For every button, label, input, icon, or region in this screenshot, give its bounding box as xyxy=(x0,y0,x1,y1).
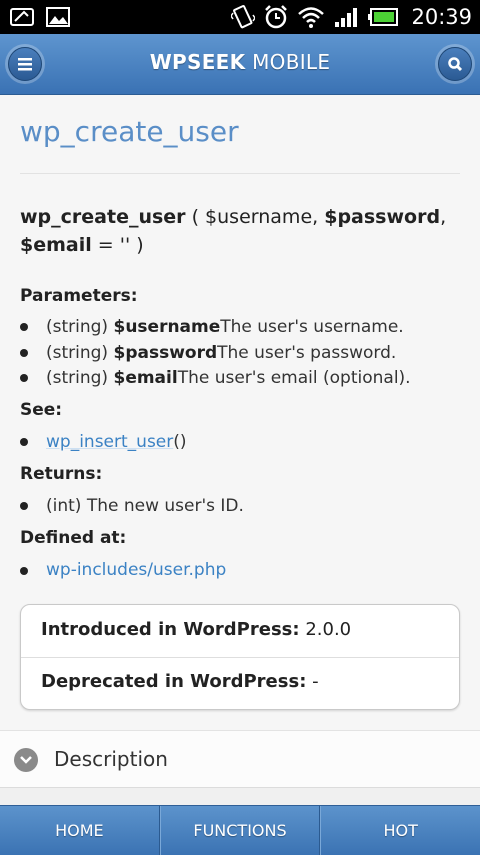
nav-functions[interactable]: FUNCTIONS xyxy=(159,806,321,855)
bullet xyxy=(20,374,28,382)
see-suffix: () xyxy=(173,432,187,452)
clock: 20:39 xyxy=(411,5,472,29)
nav-hot[interactable]: HOT xyxy=(320,806,480,855)
parameter-type: (string) xyxy=(46,317,109,337)
signature-rest: = '' ) xyxy=(91,234,144,256)
screenshot-icon xyxy=(10,8,34,26)
parameter-name: $email xyxy=(113,368,178,388)
search-icon xyxy=(448,57,463,72)
bullet xyxy=(20,566,28,575)
bottom-navbar: HOME FUNCTIONS HOT xyxy=(0,805,480,855)
version-info-box: Introduced in WordPress: 2.0.0 Deprecate… xyxy=(20,604,460,710)
chevron-down-icon xyxy=(14,748,38,772)
deprecated-label: Deprecated in WordPress: xyxy=(41,671,307,692)
returns-item: (int) The new user's ID. xyxy=(20,496,244,516)
parameter-name: $password xyxy=(113,343,218,363)
title-divider xyxy=(20,173,460,174)
app-title-bold: WPSEEK xyxy=(149,50,246,74)
parameter-item: (string) $password The user's password. xyxy=(20,343,396,363)
signature-open: ( $username, xyxy=(185,206,325,228)
signature-param-email: $email xyxy=(20,234,92,256)
signature-function: wp_create_user xyxy=(20,206,186,228)
parameter-item: (string) $email The user's email (option… xyxy=(20,368,411,388)
battery-icon xyxy=(368,8,399,26)
description-label: Description xyxy=(54,747,168,771)
signature-param-password: $password xyxy=(324,206,441,228)
nav-home[interactable]: HOME xyxy=(0,806,160,855)
status-bar: 20:39 xyxy=(0,0,480,34)
content-area[interactable]: wp_create_user wp_create_user ( $usernam… xyxy=(0,95,480,805)
parameter-type: (string) xyxy=(46,368,109,388)
introduced-value: 2.0.0 xyxy=(299,619,352,640)
returns-heading: Returns: xyxy=(20,464,103,484)
see-link[interactable]: wp_insert_user xyxy=(46,432,173,452)
parameter-desc: The user's username. xyxy=(220,317,404,337)
returns-text: (int) The new user's ID. xyxy=(46,496,244,516)
bullet xyxy=(20,349,28,357)
alarm-icon xyxy=(265,5,288,29)
description-collapsible[interactable]: Description xyxy=(0,730,480,788)
bullet xyxy=(20,438,28,446)
see-item: wp_insert_user() xyxy=(20,432,187,452)
parameter-desc: The user's password. xyxy=(217,343,397,363)
introduced-row: Introduced in WordPress: 2.0.0 xyxy=(41,619,351,640)
deprecated-row: Deprecated in WordPress: - xyxy=(41,671,319,692)
app-header: WPSEEK MOBILE xyxy=(0,34,480,95)
vibrate-icon xyxy=(231,5,256,29)
function-signature: wp_create_user ( $username, $password, $e… xyxy=(20,203,460,259)
defined-link[interactable]: wp-includes/user.php xyxy=(46,560,226,581)
app-title: WPSEEK MOBILE xyxy=(0,50,480,74)
search-button[interactable] xyxy=(438,47,472,81)
signal-icon xyxy=(335,8,358,27)
defined-heading: Defined at: xyxy=(20,528,127,548)
parameter-desc: The user's email (optional). xyxy=(177,368,411,388)
next-section-edge xyxy=(0,788,480,805)
parameters-heading: Parameters: xyxy=(20,286,138,306)
signature-comma: , xyxy=(440,206,447,228)
page-title: wp_create_user xyxy=(20,115,239,148)
gallery-icon xyxy=(46,7,70,27)
see-heading: See: xyxy=(20,400,63,420)
deprecated-value: - xyxy=(306,671,319,692)
bullet xyxy=(20,502,28,510)
info-divider xyxy=(21,657,459,658)
parameter-name: $username xyxy=(113,317,221,337)
wifi-icon xyxy=(298,7,325,28)
parameter-type: (string) xyxy=(46,343,109,363)
bullet xyxy=(20,323,28,331)
parameter-item: (string) $username The user's username. xyxy=(20,317,404,337)
defined-item: wp-includes/user.php xyxy=(20,560,226,581)
app-title-light: MOBILE xyxy=(245,50,331,74)
introduced-label: Introduced in WordPress: xyxy=(41,619,300,640)
